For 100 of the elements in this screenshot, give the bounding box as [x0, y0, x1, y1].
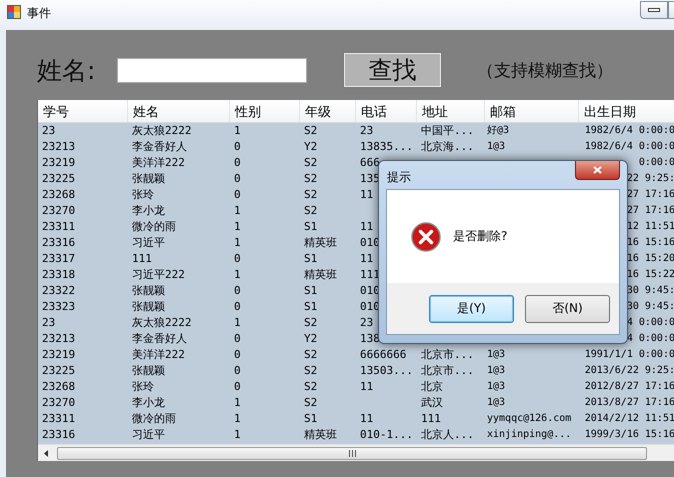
table-cell: yymqqc@126.com — [487, 413, 572, 424]
table-cell: 2014/2/12 11:51 — [584, 413, 674, 424]
table-cell: 张靓颖 — [132, 284, 165, 297]
column-header[interactable]: 年级 — [300, 100, 356, 122]
close-button[interactable] — [575, 161, 620, 180]
table-cell: 美洋洋222 — [132, 348, 185, 361]
column-header[interactable]: 性别 — [230, 100, 300, 122]
table-cell: 微冷的雨 — [132, 220, 176, 233]
table-cell: 1 — [234, 204, 241, 217]
table-cell: 22 9:25: — [626, 173, 674, 184]
table-cell: 1 — [234, 220, 241, 233]
table-cell: 23323 — [42, 300, 76, 313]
table-cell: 23317 — [42, 252, 76, 265]
table-cell: 2012/8/27 17:16 — [584, 381, 674, 392]
table-cell: S2 — [304, 204, 318, 217]
table-cell: 1 — [234, 396, 241, 409]
dialog-button[interactable]: 是(Y) — [429, 294, 514, 322]
table-cell: 23 — [42, 316, 56, 329]
table-cell: 2013/6/22 9:25: — [584, 365, 674, 376]
table-cell: 666 — [360, 156, 380, 169]
column-header[interactable]: 电话 — [356, 100, 417, 122]
hint-text: （支持模糊查找） — [477, 60, 613, 82]
table-cell: 0 — [234, 332, 241, 345]
table-cell: 23318 — [42, 268, 76, 281]
table-cell: 4 0:00:0 — [626, 333, 674, 344]
minimize-icon — [648, 8, 660, 12]
table-cell: 23225 — [42, 172, 76, 185]
table-cell: 1991/1/1 0:00:0 — [584, 349, 674, 360]
table-cell: 0 — [234, 156, 241, 169]
table-cell: 0 — [234, 252, 241, 265]
table-cell: 1982/6/4 0:00:0 — [584, 125, 674, 136]
table-cell: 11 — [360, 412, 374, 425]
grip-icon — [348, 450, 356, 456]
table-cell: 30 9:45: — [626, 301, 674, 312]
table-cell: 11 — [360, 380, 374, 393]
table-cell: 武汉 — [421, 396, 443, 409]
dialog-button[interactable]: 否(N) — [525, 294, 610, 322]
horizontal-scrollbar[interactable] — [38, 444, 674, 461]
table-cell: 23316 — [42, 236, 76, 249]
name-label: 姓名: — [37, 54, 96, 86]
minimize-button[interactable] — [640, 1, 668, 19]
table-cell: S2 — [304, 156, 318, 169]
table-cell: 李小龙 — [132, 204, 165, 217]
table-cell: 23311 — [42, 220, 76, 233]
table-cell: S1 — [304, 412, 318, 425]
table-cell: 1 — [234, 236, 241, 249]
table-cell: 微冷的雨 — [132, 412, 176, 425]
table-cell: 12 11:51 — [626, 221, 674, 232]
table-cell: 16 15:16 — [626, 237, 674, 248]
name-field[interactable] — [117, 58, 307, 82]
table-cell: 23213 — [42, 140, 76, 153]
table-cell: 23 — [42, 124, 56, 137]
table-cell: 30 9:45: — [626, 285, 674, 296]
table-cell: 0 — [234, 364, 241, 377]
table-cell: 23270 — [42, 204, 76, 217]
column-header[interactable]: 出生日期 — [579, 100, 674, 122]
table-cell: 北京市... — [421, 348, 474, 361]
table-cell: S1 — [304, 300, 318, 313]
window-title: 事件 — [27, 5, 51, 22]
table-cell: 0 — [234, 348, 241, 361]
table-cell: 张靓颖 — [132, 172, 165, 185]
table-cell: 张靓颖 — [132, 300, 165, 313]
table-cell: 张玲 — [132, 188, 154, 201]
table-cell: 北京 — [421, 380, 443, 393]
column-header[interactable]: 姓名 — [128, 100, 230, 122]
search-button[interactable]: 查找 — [344, 53, 441, 87]
table-cell: 张玲 — [132, 380, 154, 393]
table-cell: S1 — [304, 252, 318, 265]
column-header[interactable]: 学号 — [38, 100, 128, 122]
table-cell: 1 — [234, 316, 241, 329]
table-cell: 111 — [360, 268, 380, 281]
table-cell: 4 0:00:0 — [626, 317, 674, 328]
table-cell: Y2 — [304, 140, 318, 153]
table-cell: 111 — [421, 412, 441, 425]
table-cell: 李金香好人 — [132, 140, 187, 153]
table-cell: S2 — [304, 188, 318, 201]
table-cell: 习近平 — [132, 428, 165, 441]
column-header[interactable]: 地址 — [417, 100, 485, 122]
table-cell: S2 — [304, 364, 318, 377]
table-cell: 0 — [234, 284, 241, 297]
scroll-thumb[interactable] — [57, 446, 647, 460]
table-cell: xinjinping@... — [487, 429, 572, 440]
dialog-message: 是否删除? — [453, 228, 508, 245]
table-cell: 0 — [234, 140, 241, 153]
table-cell: 27 17:16 — [626, 189, 674, 200]
table-cell: S1 — [304, 220, 318, 233]
table-cell: S2 — [304, 380, 318, 393]
table-cell: 1@3 — [487, 141, 506, 152]
table-cell: 1 — [234, 124, 241, 137]
column-header[interactable]: 邮箱 — [485, 100, 579, 122]
close-icon — [593, 166, 602, 174]
table-cell: 北京海... — [421, 140, 474, 153]
table-cell: 习近平 — [132, 236, 165, 249]
table-cell: 北京人... — [421, 428, 474, 441]
table-cell: 1982/6/4 0:00:0 — [584, 141, 674, 152]
table-cell: 0 — [234, 172, 241, 185]
table-cell: 精英班 — [304, 268, 337, 281]
table-cell: 11 — [360, 220, 374, 233]
table-cell: 1@3 — [487, 381, 506, 392]
table-cell: 11 — [360, 252, 374, 265]
